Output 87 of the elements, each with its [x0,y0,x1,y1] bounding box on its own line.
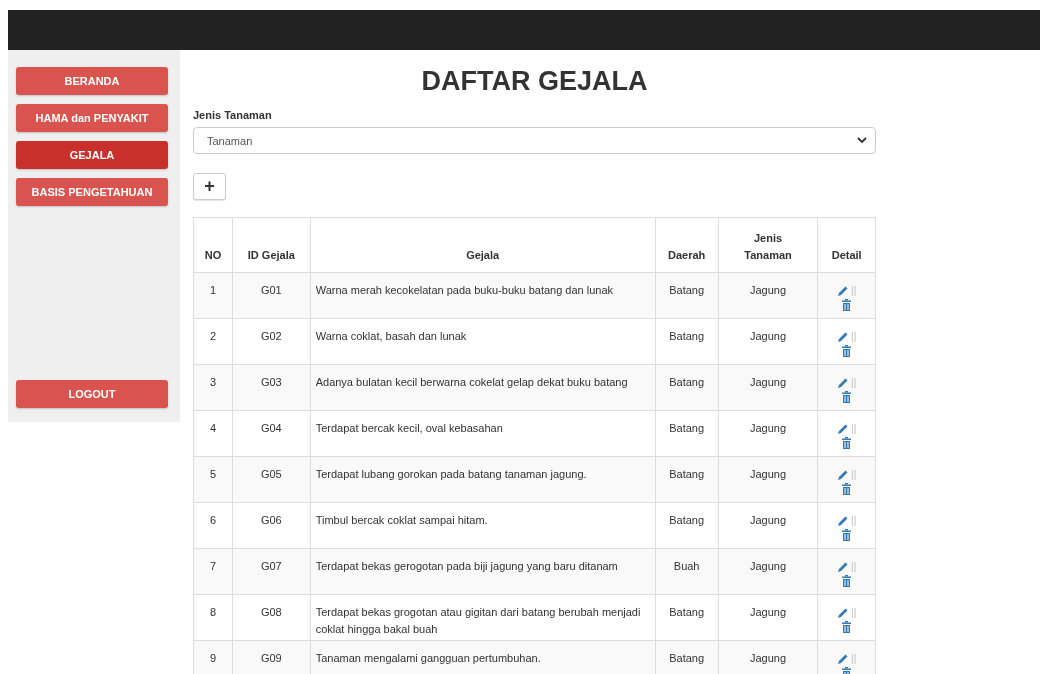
plant-type-cell: Jagung [718,594,818,641]
plant-type-cell: Jagung [718,502,818,549]
symptom-text-cell: Tanaman mengalami gangguan pertumbuhan. [310,640,656,674]
symptom-text-cell: Timbul bercak coklat sampai hitam. [310,502,656,549]
column-header: Detail [817,217,876,273]
plant-type-cell: Jagung [718,640,818,674]
column-header: NO [193,217,233,273]
symptom-text-cell: Terdapat bercak kecil, oval kebasahan [310,410,656,457]
trash-icon[interactable] [841,299,853,311]
trash-icon[interactable] [841,529,853,541]
row-number-cell: 7 [193,548,233,595]
chevron-down-icon [857,137,867,144]
symptom-text-cell: Terdapat lubang gorokan pada batang tanaman jagung. [310,456,656,503]
symptom-text-cell: Warna coklat, basah dan lunak [310,318,656,365]
row-number-cell: 6 [193,502,233,549]
separator-text: || [851,422,857,436]
separator-text: || [851,652,857,666]
separator-text: || [851,376,857,390]
plant-part-cell: Batang [655,594,719,641]
plant-part-cell: Batang [655,272,719,319]
column-header: Jenis Tanaman [718,217,818,273]
plant-part-cell: Batang [655,456,719,503]
row-number-cell: 1 [193,272,233,319]
separator-text: || [851,514,857,528]
row-number-cell: 4 [193,410,233,457]
plant-part-cell: Batang [655,364,719,411]
symptom-id-cell: G03 [232,364,311,411]
pencil-icon[interactable] [837,330,850,343]
plant-type-cell: Jagung [718,456,818,503]
plant-type-cell: Jagung [718,548,818,595]
column-header: Gejala [310,217,656,273]
nav-button[interactable]: BERANDA [16,67,168,95]
plant-type-select[interactable]: Tanaman [193,127,876,154]
row-number-cell: 5 [193,456,233,503]
plant-type-cell: Jagung [718,410,818,457]
symptom-text-cell: Terdapat bekas grogotan atau gigitan dari batang berubah menjadi coklat hingga bakal buah [310,594,656,641]
nav-button[interactable]: HAMA dan PENYAKIT [16,104,168,132]
field-label: Jenis Tanaman [193,109,272,121]
symptom-text-cell: Adanya bulatan kecil berwarna cokelat gelap dekat buku batang [310,364,656,411]
plant-type-cell: Jagung [718,318,818,365]
logout-button[interactable]: LOGOUT [16,380,168,408]
symptom-id-cell: G05 [232,456,311,503]
separator-text: || [851,606,857,620]
trash-icon[interactable] [841,575,853,587]
separator-text: || [851,284,857,298]
symptom-id-cell: G06 [232,502,311,549]
symptom-id-cell: G02 [232,318,311,365]
plant-part-cell: Batang [655,318,719,365]
pencil-icon[interactable] [837,284,850,297]
nav-button[interactable]: BASIS PENGETAHUAN [16,178,168,206]
row-number-cell: 9 [193,640,233,674]
pencil-icon[interactable] [837,376,850,389]
symptom-id-cell: G09 [232,640,311,674]
plant-part-cell: Batang [655,502,719,549]
symptom-id-cell: G08 [232,594,311,641]
symptom-text-cell: Terdapat bekas gerogotan pada biji jagung yang baru ditanam [310,548,656,595]
pencil-icon[interactable] [837,560,850,573]
trash-icon[interactable] [841,345,853,357]
column-header: Daerah [655,217,719,273]
plant-part-cell: Batang [655,640,719,674]
symptom-id-cell: G04 [232,410,311,457]
separator-text: || [851,468,857,482]
row-number-cell: 3 [193,364,233,411]
add-button[interactable]: + [193,173,226,200]
column-header: ID Gejala [232,217,311,273]
page-title: DAFTAR GEJALA [420,66,649,96]
trash-icon[interactable] [841,437,853,449]
pencil-icon[interactable] [837,514,850,527]
pencil-icon[interactable] [837,652,850,665]
symptom-id-cell: G07 [232,548,311,595]
separator-text: || [851,330,857,344]
trash-icon[interactable] [841,621,853,633]
row-number-cell: 2 [193,318,233,365]
pencil-icon[interactable] [837,468,850,481]
plant-part-cell: Buah [655,548,719,595]
trash-icon[interactable] [841,483,853,495]
symptom-id-cell: G01 [232,272,311,319]
trash-icon[interactable] [841,391,853,403]
nav-button[interactable]: GEJALA [16,141,168,169]
symptom-text-cell: Warna merah kecokelatan pada buku-buku batang dan lunak [310,272,656,319]
separator-text: || [851,560,857,574]
plant-type-cell: Jagung [718,272,818,319]
plant-type-cell: Jagung [718,364,818,411]
row-number-cell: 8 [193,594,233,641]
pencil-icon[interactable] [837,422,850,435]
pencil-icon[interactable] [837,606,850,619]
plant-part-cell: Batang [655,410,719,457]
